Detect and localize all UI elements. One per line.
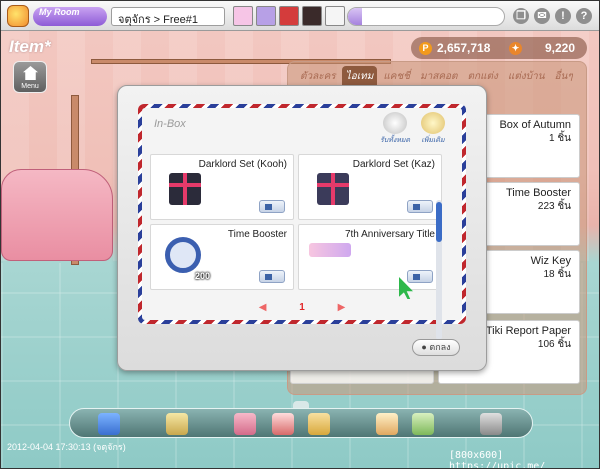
inbox-panel: In-Box รับทั้งหมด เพิ่มเติม Darklord Set…	[142, 108, 462, 340]
inbox-scrollbar[interactable]	[436, 200, 442, 340]
slot-name: Time Booster	[227, 229, 287, 240]
scroll-icon	[421, 112, 445, 134]
gift-icon[interactable]: ✉	[534, 8, 550, 24]
chat-input[interactable]	[347, 7, 505, 26]
room-icon[interactable]	[98, 413, 120, 435]
cash-value: 9,220	[544, 41, 575, 55]
menu-label: Menu	[21, 83, 39, 90]
tab-decorate[interactable]: ตกแต่ง	[464, 66, 502, 87]
room-name-field[interactable]: จตุจักร > Free#1	[111, 7, 225, 26]
receive-button[interactable]	[407, 200, 433, 213]
avatar[interactable]	[302, 6, 322, 26]
title-badge-icon	[309, 243, 351, 257]
note-icon[interactable]	[166, 413, 188, 435]
visit-icon[interactable]	[412, 413, 434, 435]
slot-name: Darklord Set (Kooh)	[198, 159, 287, 170]
tab-cashy[interactable]: แคชชี่	[379, 66, 414, 87]
avatar[interactable]	[233, 6, 253, 26]
window-icon[interactable]: ❐	[513, 8, 529, 24]
receive-button[interactable]	[259, 270, 285, 283]
bottom-dock	[69, 408, 533, 438]
inbox-slot[interactable]: Darklord Set (Kaz)	[298, 154, 442, 220]
scrollbar-thumb[interactable]	[436, 202, 442, 242]
tab-character[interactable]: ตัวละคร	[296, 66, 340, 87]
ok-button[interactable]: ● ตกลง	[412, 339, 460, 356]
top-bar: My Room จตุจักร > Free#1 ❐ ✉ ! ?	[1, 1, 599, 31]
home-icon[interactable]	[272, 413, 294, 435]
slot-name: 7th Anniversary Title	[344, 229, 435, 240]
tab-other[interactable]: อื่นๆ	[551, 66, 577, 87]
my-room-label: My Room	[39, 7, 80, 17]
house-icon[interactable]	[376, 413, 398, 435]
tab-item[interactable]: ไอเทม	[341, 66, 378, 87]
points-icon: P	[419, 42, 432, 55]
help-icon[interactable]: ?	[576, 8, 592, 24]
exit-icon[interactable]	[480, 413, 502, 435]
inbox-grid: Darklord Set (Kooh) Darklord Set (Kaz) 2…	[150, 154, 446, 340]
puzzle-icon[interactable]	[308, 413, 330, 435]
house-icon	[23, 66, 38, 80]
game-logo-icon[interactable]	[7, 5, 29, 27]
menu-button[interactable]: Menu	[13, 61, 47, 93]
points-value: 2,657,718	[437, 41, 491, 55]
watermark: [800x600] https://upic.me/	[449, 450, 546, 469]
info-icon[interactable]: !	[555, 8, 571, 24]
inbox-pager: ◀ 1 ▶	[142, 302, 462, 313]
tab-mascot[interactable]: มาสคอต	[416, 66, 462, 87]
inbox-slot[interactable]: 200 Time Booster	[150, 224, 294, 290]
next-page-icon[interactable]: ▶	[338, 302, 346, 313]
page-number: 1	[299, 302, 305, 313]
game-window: My Room จตุจักร > Free#1 ❐ ✉ ! ? Item* M…	[0, 0, 600, 469]
receive-all-label: รับทั้งหมด	[380, 137, 411, 144]
avatar[interactable]	[325, 6, 345, 26]
airmail-border: In-Box รับทั้งหมด เพิ่มเติม Darklord Set…	[138, 104, 466, 340]
receive-all-button[interactable]: รับทั้งหมด	[380, 112, 410, 146]
receive-button[interactable]	[259, 200, 285, 213]
inbox-actions: รับทั้งหมด เพิ่มเติม	[380, 112, 448, 146]
more-button[interactable]: เพิ่มเติม	[418, 112, 448, 146]
cash-icon: ✦	[509, 42, 522, 55]
chat-input-handle	[348, 8, 362, 25]
slot-count: 200	[195, 271, 211, 281]
avatar[interactable]	[256, 6, 276, 26]
item-tabs: ตัวละคร ไอเทม แคชชี่ มาสคอต ตกแต่ง แต่งบ…	[296, 66, 577, 87]
page-title: Item*	[9, 37, 51, 56]
avatar-list	[233, 6, 345, 26]
currency-bar: P 2,657,718 ✦ 9,220	[411, 37, 587, 59]
inbox-title: In-Box	[154, 118, 186, 130]
tab-home-decor[interactable]: แต่งบ้าน	[504, 66, 549, 87]
sofa	[1, 169, 113, 261]
time-booster-icon	[165, 237, 201, 273]
timestamp: 2012-04-04 17:30:13 (จตุจักร)	[7, 442, 126, 452]
prev-page-icon[interactable]: ◀	[259, 302, 267, 313]
topbar-icons: ❐ ✉ ! ?	[513, 8, 592, 24]
receive-button[interactable]	[407, 270, 433, 283]
slot-name: Darklord Set (Kaz)	[352, 159, 435, 170]
trash-icon	[383, 112, 407, 134]
more-label: เพิ่มเติม	[421, 137, 445, 144]
gift-box-icon	[317, 173, 349, 205]
shop-icon[interactable]	[234, 413, 256, 435]
inbox-dialog: In-Box รับทั้งหมด เพิ่มเติม Darklord Set…	[117, 85, 487, 371]
gift-box-icon	[169, 173, 201, 205]
avatar[interactable]	[279, 6, 299, 26]
inbox-slot[interactable]: Darklord Set (Kooh)	[150, 154, 294, 220]
my-room-button[interactable]: My Room	[33, 7, 107, 26]
inbox-slot[interactable]: 7th Anniversary Title	[298, 224, 442, 290]
